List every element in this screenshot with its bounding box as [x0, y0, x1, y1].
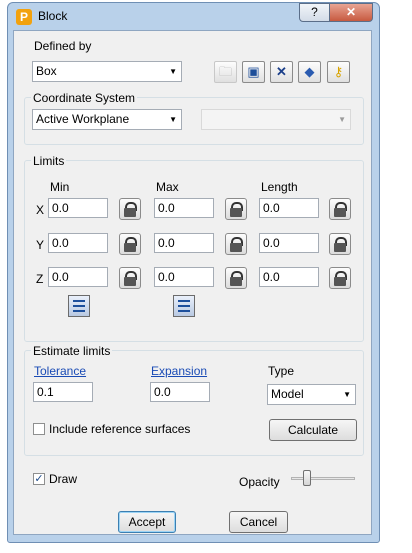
y-axis-label: Y [36, 238, 45, 252]
help-button[interactable]: ? [299, 3, 330, 22]
save-icon: ▣ [247, 64, 260, 79]
chevron-down-icon: ▼ [169, 67, 177, 76]
checkmark-icon: ✓ [34, 473, 44, 485]
min-column-label: Min [50, 180, 70, 194]
max-list-button[interactable] [173, 295, 195, 317]
z-length-field[interactable]: 0.0 [259, 267, 319, 287]
opacity-slider-thumb[interactable] [303, 470, 311, 486]
z-axis-label: Z [36, 272, 44, 286]
include-reference-label: Include reference surfaces [49, 422, 191, 436]
x-min-field[interactable]: 0.0 [48, 198, 108, 218]
x-length-lock-button[interactable] [329, 198, 351, 220]
chevron-down-icon: ▼ [338, 115, 346, 124]
cancel-button[interactable]: Cancel [229, 511, 288, 533]
x-max-field[interactable]: 0.0 [154, 198, 214, 218]
x-min-lock-button[interactable] [119, 198, 141, 220]
y-min-field[interactable]: 0.0 [48, 233, 108, 253]
draw-checkbox[interactable]: ✓ [33, 473, 45, 485]
workplane-select[interactable]: ▼ [201, 109, 351, 130]
x-max-lock-button[interactable] [225, 198, 247, 220]
accept-button[interactable]: Accept [118, 511, 176, 533]
opacity-slider-track[interactable] [291, 477, 355, 480]
estimate-limits-label: Estimate limits [31, 344, 113, 358]
y-length-field[interactable]: 0.0 [259, 233, 319, 253]
type-label: Type [268, 364, 295, 378]
expansion-field[interactable]: 0.0 [150, 382, 210, 402]
limits-label: Limits [31, 154, 67, 168]
help-icon: ? [311, 5, 318, 19]
close-icon: ✕ [345, 5, 357, 19]
window-title: Block [38, 9, 68, 23]
min-list-button[interactable] [68, 295, 90, 317]
model-button[interactable]: ◆ [298, 61, 321, 83]
tolerance-link[interactable]: Tolerance [34, 364, 86, 378]
tools-icon: ✕ [276, 64, 287, 79]
z-max-lock-button[interactable] [225, 267, 247, 289]
tolerance-field[interactable]: 0.1 [33, 382, 93, 402]
open-button[interactable]: 🗀 [214, 61, 237, 83]
model-bucket-icon: ◆ [304, 64, 315, 79]
title-bar[interactable]: P Block ? ✕ [8, 3, 379, 29]
draw-label: Draw [49, 472, 78, 486]
opacity-label: Opacity [239, 475, 280, 489]
include-reference-checkbox[interactable] [33, 423, 45, 435]
save-button[interactable]: ▣ [242, 61, 265, 83]
max-column-label: Max [156, 180, 179, 194]
y-length-lock-button[interactable] [329, 233, 351, 255]
x-axis-label: X [36, 203, 45, 217]
x-length-field[interactable]: 0.0 [259, 198, 319, 218]
coordinate-system-value: Active Workplane [36, 112, 130, 126]
calculate-button[interactable]: Calculate [269, 419, 357, 441]
open-folder-icon: 🗀 [218, 64, 232, 79]
y-max-field[interactable]: 0.0 [154, 233, 214, 253]
defined-by-label: Defined by [34, 39, 92, 53]
coordinate-system-label: Coordinate System [31, 91, 138, 105]
z-length-lock-button[interactable] [329, 267, 351, 289]
expansion-link[interactable]: Expansion [151, 364, 207, 378]
type-select[interactable]: Model ▼ [267, 384, 356, 405]
defined-by-value: Box [36, 64, 57, 78]
type-value: Model [271, 387, 304, 401]
y-max-lock-button[interactable] [225, 233, 247, 255]
z-max-field[interactable]: 0.0 [154, 267, 214, 287]
chevron-down-icon: ▼ [169, 115, 177, 124]
defined-by-select[interactable]: Box ▼ [32, 61, 182, 82]
z-min-lock-button[interactable] [119, 267, 141, 289]
key-icon: ⚷ [333, 64, 344, 79]
tools-button[interactable]: ✕ [270, 61, 293, 83]
coordinate-system-select[interactable]: Active Workplane ▼ [32, 109, 182, 130]
length-column-label: Length [261, 180, 298, 194]
app-icon: P [16, 9, 32, 25]
chevron-down-icon: ▼ [343, 390, 351, 399]
close-button[interactable]: ✕ [329, 3, 373, 22]
key-button[interactable]: ⚷ [327, 61, 350, 83]
z-min-field[interactable]: 0.0 [48, 267, 108, 287]
y-min-lock-button[interactable] [119, 233, 141, 255]
